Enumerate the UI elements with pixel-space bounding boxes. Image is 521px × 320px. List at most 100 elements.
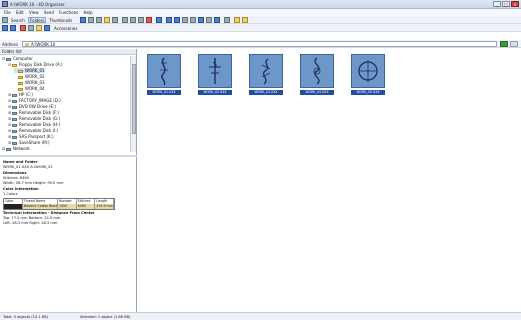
expand-toggle-icon[interactable]: ⊞ [8, 116, 11, 121]
tree-item[interactable]: ⊞ Network [2, 146, 30, 151]
menu-edit[interactable]: Edit [16, 10, 24, 15]
tree-item-label: Removable Disk (G:) [19, 116, 61, 121]
expand-toggle-icon[interactable]: ⊞ [8, 140, 11, 145]
paste-icon[interactable] [104, 17, 110, 23]
tree-item-label: Removable Disk (F:) [19, 110, 59, 115]
help-icon[interactable] [242, 17, 248, 23]
tree-item[interactable]: ⊞ SaveShare (M:) [8, 140, 50, 145]
expand-toggle-icon[interactable]: ⊞ [8, 134, 11, 139]
send-icon[interactable] [206, 17, 212, 23]
redo-icon[interactable] [190, 17, 196, 23]
list-view-icon[interactable] [224, 17, 230, 23]
cut2-icon[interactable] [122, 17, 128, 23]
folder-icon [18, 87, 23, 91]
rename-icon[interactable] [156, 17, 162, 23]
menu-file[interactable]: File [4, 10, 11, 15]
address-dropdown-button[interactable] [510, 41, 518, 47]
minimize-button[interactable]: _ [493, 1, 501, 7]
expand-toggle-icon[interactable]: ⊞ [8, 92, 11, 97]
tree-item[interactable]: ⊞ SAS Passport (K:) [8, 134, 54, 139]
copy-to-icon[interactable] [174, 17, 180, 23]
thumbnail-item[interactable]: WORK_01.XXX [147, 54, 181, 96]
tree-item[interactable]: WORK_03 [14, 80, 45, 85]
expand-toggle-icon[interactable]: ⊞ [2, 146, 5, 151]
expand-toggle-icon[interactable]: ⊞ [8, 110, 11, 115]
drive-icon [12, 141, 17, 145]
scrollbar-thumb[interactable] [132, 64, 136, 134]
cut-icon[interactable] [88, 17, 94, 23]
drive-icon [12, 117, 17, 121]
menu-view[interactable]: View [29, 10, 39, 15]
tree-item[interactable]: ⊞ FACTORY_IMAGE (D:) [8, 98, 61, 103]
paste2-icon[interactable] [138, 17, 144, 23]
thumbnails-button[interactable]: Thumbnails [47, 17, 74, 23]
secondary-toolbar: Accessories [0, 24, 521, 32]
zoom-in-icon[interactable] [2, 25, 8, 31]
properties-icon[interactable] [112, 17, 118, 23]
expand-toggle-icon[interactable]: ⊞ [8, 122, 11, 127]
tree-item-label: Network [13, 146, 30, 151]
expand-toggle-icon[interactable]: ⊟ [2, 56, 5, 61]
accessories-button[interactable]: Accessories [52, 25, 79, 31]
expand-toggle-icon[interactable]: ⊞ [8, 98, 11, 103]
folder-tree: ⊟ Computer ⊟ Floppy Disk Drive (A:) WORK_01 W… [0, 56, 130, 156]
tree-item[interactable]: ⊞ Removable Disk (F:) [8, 110, 59, 115]
file-view: WORK_01.XXX WORK_02.XXX WORK_03.XXX WORK… [138, 49, 521, 312]
tree-item-label: WORK_03 [25, 80, 45, 85]
undo-icon[interactable] [182, 17, 188, 23]
color-swatch [4, 204, 23, 209]
tree-item[interactable]: ⊞ Removable Disk (H:) [8, 122, 60, 127]
export-icon[interactable] [214, 17, 220, 23]
address-field[interactable]: A:\WORK 10 [22, 41, 497, 47]
copy-icon[interactable] [96, 17, 102, 23]
move-icon[interactable] [166, 17, 172, 23]
expand-toggle-icon[interactable]: ⊞ [8, 128, 11, 133]
menu-send[interactable]: Send [44, 10, 54, 15]
drive-icon [12, 99, 17, 103]
panel-splitter[interactable] [0, 155, 137, 157]
copy2-icon[interactable] [130, 17, 136, 23]
folder-icon [18, 81, 23, 85]
preview-icon[interactable] [28, 25, 34, 31]
expand-toggle-icon[interactable]: ⊟ [8, 62, 11, 67]
window-title: A:\WORK 10 - 4D Organizer [10, 2, 65, 7]
tree-item[interactable]: WORK_01 [14, 68, 45, 73]
go-button[interactable] [500, 41, 508, 47]
tree-item[interactable]: ⊞ Removable Disk (G:) [8, 116, 60, 121]
accessories-icon[interactable] [44, 25, 50, 31]
tree-item[interactable]: WORK_04 [14, 86, 45, 91]
wizard-icon[interactable] [234, 17, 240, 23]
tree-item[interactable]: ⊞ Removable Disk (I:) [8, 128, 58, 133]
folder-up-icon[interactable] [36, 25, 42, 31]
tree-item[interactable]: ⊞ DVD RW Drive (E:) [8, 104, 56, 109]
tree-item[interactable]: WORK_02 [14, 74, 45, 79]
card-icon[interactable] [198, 17, 204, 23]
dvd-icon [12, 105, 17, 109]
maximize-button[interactable]: □ [502, 1, 510, 7]
thumbnail-caption: WORK_01.XXX [147, 90, 181, 95]
tree-item-label: WORK_01 [25, 68, 45, 73]
thumbnail-item[interactable]: WORK_03.XXX [249, 54, 283, 96]
thumbnail-item[interactable]: WORK_04.XXX [300, 54, 334, 96]
close-button[interactable]: × [511, 1, 519, 7]
tree-scrollbar[interactable] [130, 56, 136, 152]
tree-item[interactable]: ⊟ Computer [2, 56, 33, 61]
print-icon[interactable] [20, 25, 26, 31]
back-icon[interactable] [2, 17, 8, 23]
floppy-icon [12, 63, 17, 67]
folders-button[interactable]: Folders [28, 17, 47, 23]
tree-item[interactable]: ⊟ Floppy Disk Drive (A:) [8, 62, 63, 67]
tree-item[interactable]: ⊞ HP (C:) [8, 92, 33, 97]
search-button[interactable]: Search [9, 17, 27, 23]
tree-item-label: FACTORY_IMAGE (D:) [19, 98, 61, 103]
menu-help[interactable]: Help [84, 10, 93, 15]
drive-icon [12, 93, 17, 97]
view-icon[interactable] [80, 17, 86, 23]
thumbnail-item[interactable]: WORK_02.XXX [198, 54, 232, 96]
zoom-out-icon[interactable] [10, 25, 16, 31]
thumbnail-item[interactable]: WORK_05.XXX [351, 54, 385, 96]
delete-icon[interactable] [146, 17, 152, 23]
expand-toggle-icon[interactable]: ⊞ [8, 104, 11, 109]
status-total: Total: 5 objects (10.1 KB) [3, 315, 49, 319]
menu-functions[interactable]: Functions [59, 10, 78, 15]
